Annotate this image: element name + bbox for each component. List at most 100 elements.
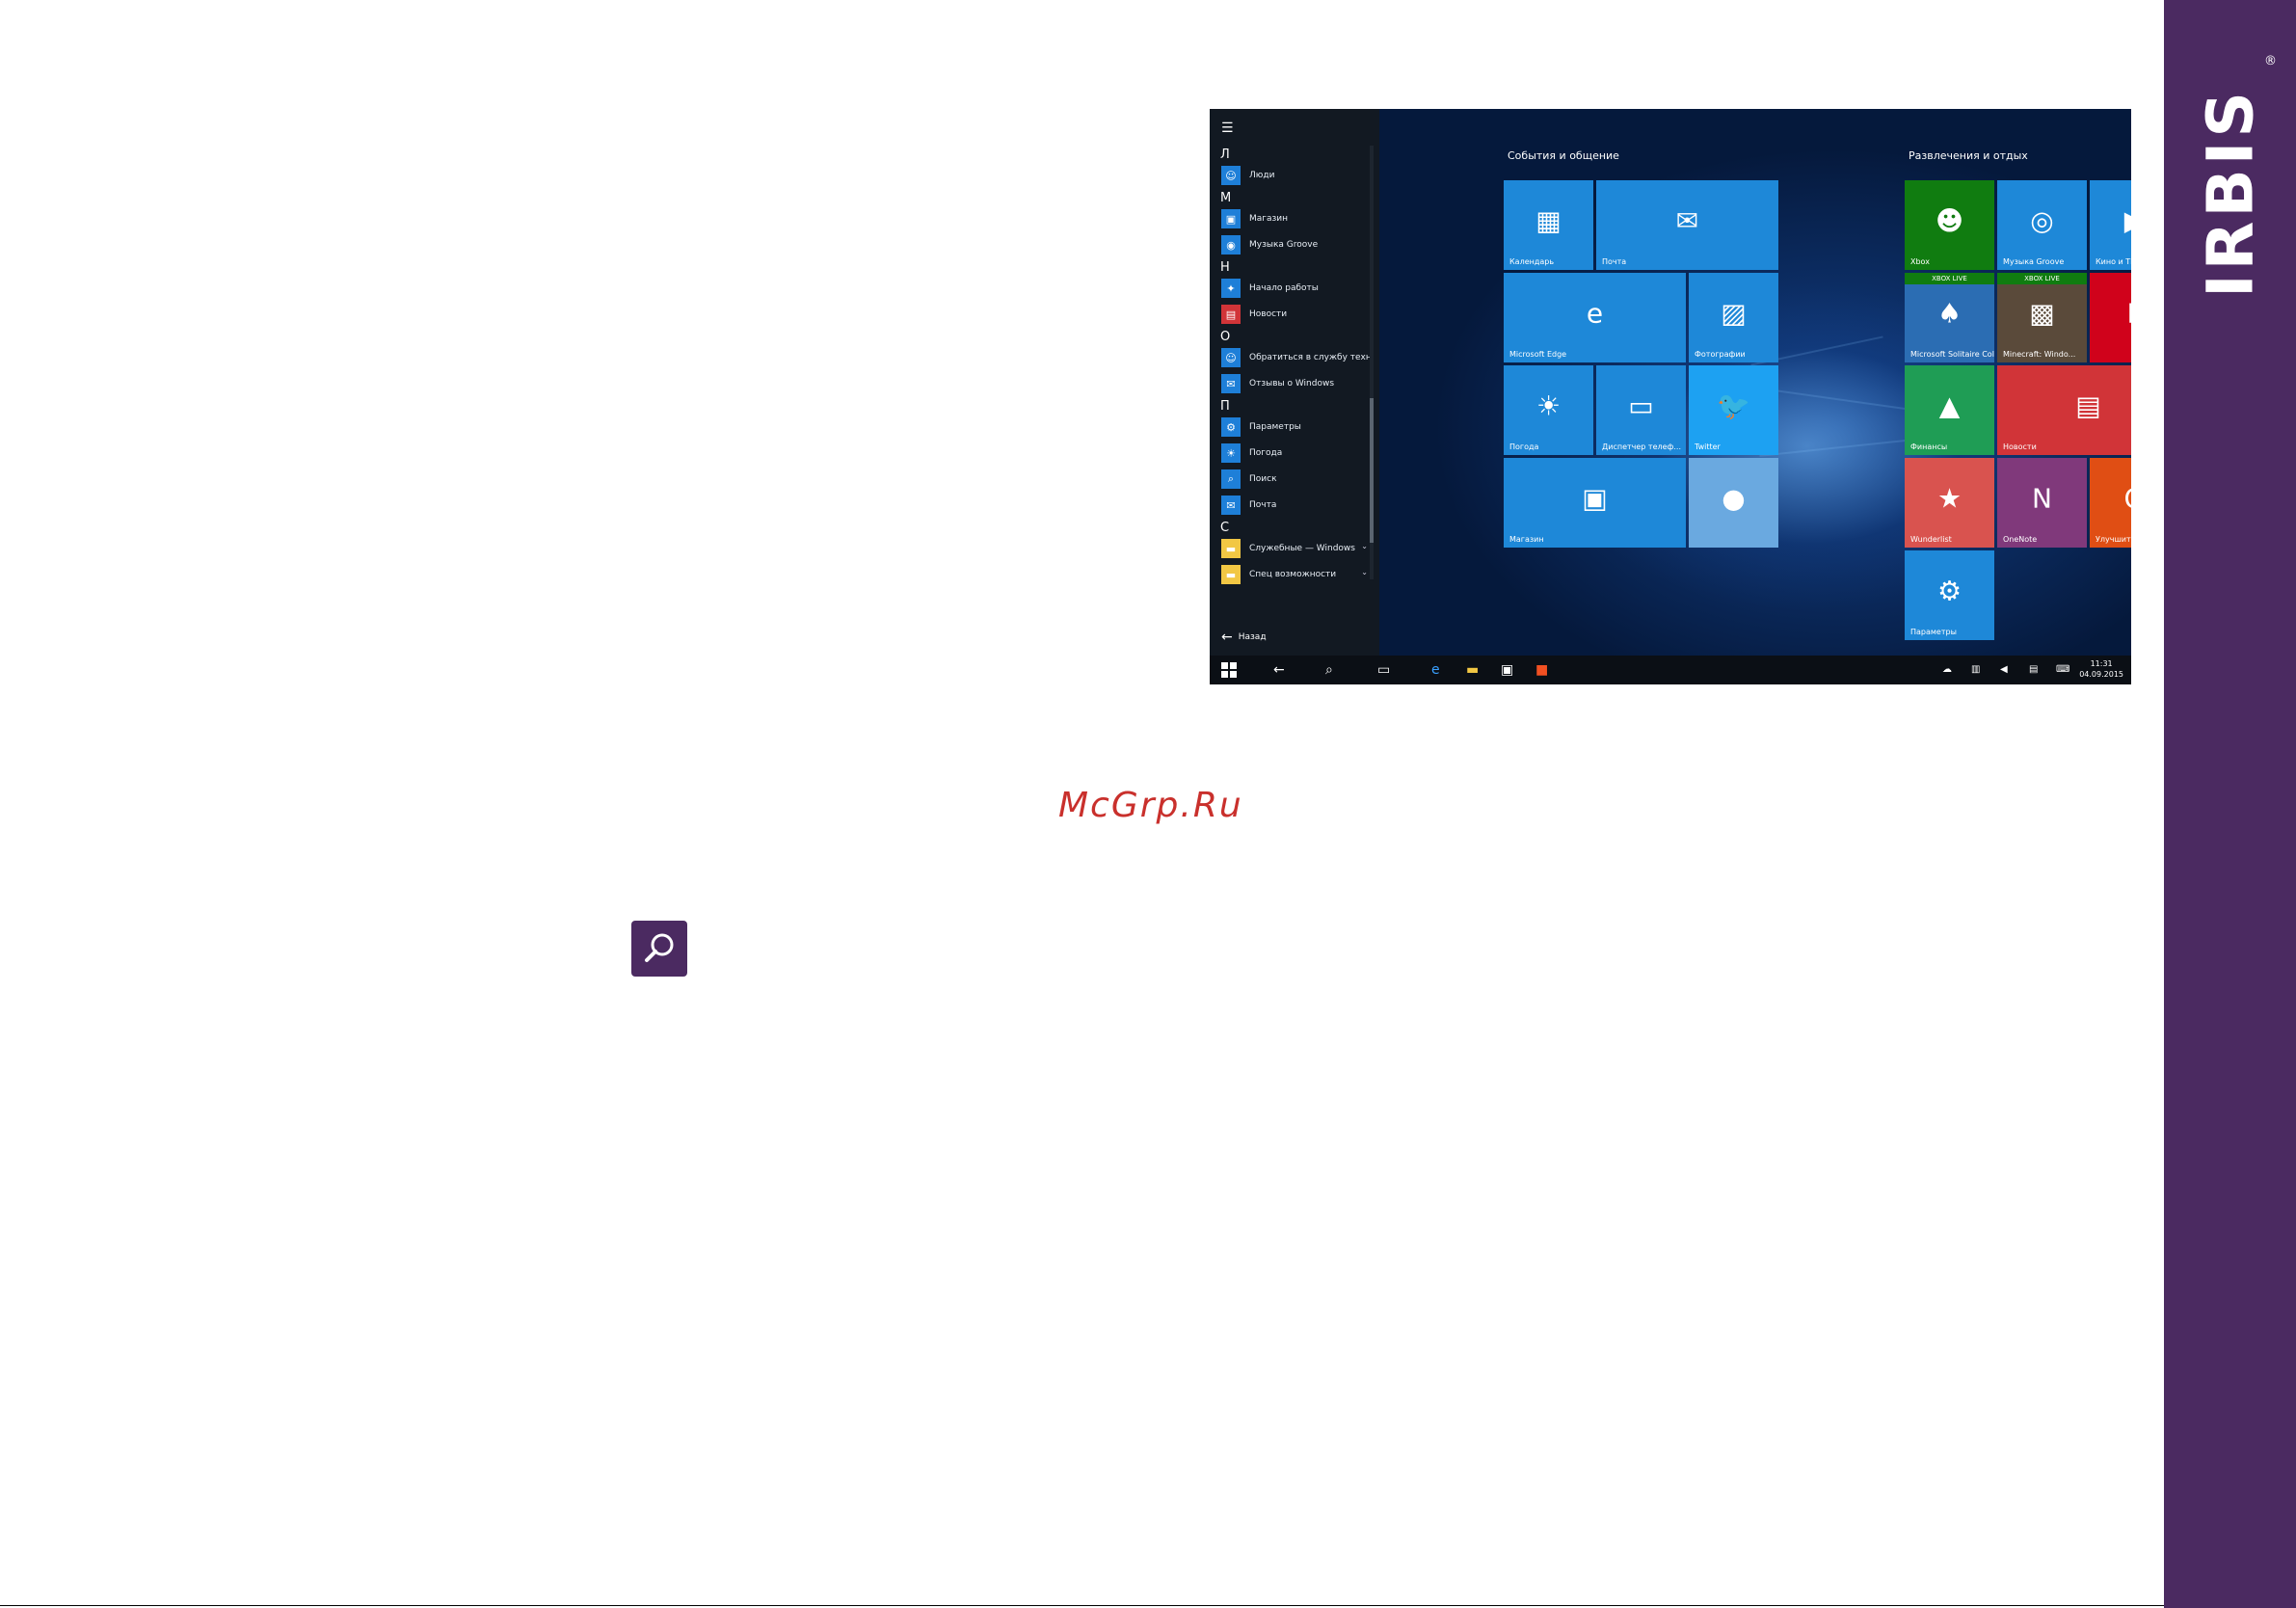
clock[interactable]: 11:31 04.09.2015 bbox=[2079, 658, 2123, 680]
scrollbar-thumb[interactable] bbox=[1370, 398, 1374, 543]
chevron-down-icon[interactable]: ⌄ bbox=[1361, 542, 1368, 550]
tile-label: Почта bbox=[1602, 257, 1627, 266]
people-icon: ☺ bbox=[1221, 166, 1241, 185]
back-button[interactable]: ← Назад bbox=[1221, 630, 1267, 645]
tile[interactable]: XBOX LIVE ♠ Microsoft Solitaire Collection bbox=[1905, 273, 1994, 362]
start-list-item-label: Погода bbox=[1249, 448, 1283, 458]
letter-header[interactable]: П bbox=[1220, 399, 1230, 414]
tile[interactable]: ▤ Новости bbox=[1997, 365, 2131, 455]
start-list-item-label: Почта bbox=[1249, 500, 1277, 510]
letter-header[interactable]: Н bbox=[1220, 260, 1230, 275]
cloud-icon[interactable]: ☁ bbox=[1942, 664, 1952, 675]
start-list-item[interactable]: ▤ Новости bbox=[1221, 304, 1374, 325]
photos-icon: ▨ bbox=[1721, 297, 1747, 330]
tile-label: Xbox bbox=[1910, 257, 1930, 266]
hamburger-menu-icon[interactable]: ☰ bbox=[1221, 121, 1234, 136]
tile[interactable]: ● bbox=[1689, 458, 1778, 548]
tile-label: Финансы bbox=[1910, 442, 1948, 451]
xbox-icon: ☻ bbox=[1935, 204, 1964, 237]
windows-screenshot: ☰ Л ☺ Люди М ▣ Магазин ◉ Музыка Groove Н ✦ Начало … bbox=[1210, 109, 2131, 684]
folder-icon: ▬ bbox=[1221, 565, 1241, 584]
tile[interactable]: ☻ Xbox bbox=[1905, 180, 1994, 270]
start-list-item-label: Обратиться в службу технич... bbox=[1249, 353, 1374, 362]
office-icon[interactable]: ■ bbox=[1535, 662, 1548, 678]
start-list-item[interactable]: ▬ Служебные — Windows ⌄ bbox=[1221, 538, 1374, 559]
support-icon: ☺ bbox=[1221, 348, 1241, 367]
tile-label: Minecraft: Windo... bbox=[2003, 350, 2076, 359]
tile[interactable]: ☀ Погода bbox=[1504, 365, 1593, 455]
tile-label: Фотографии bbox=[1695, 350, 1746, 359]
tile[interactable]: ▨ Фотографии bbox=[1689, 273, 1778, 362]
tile-label: Диспетчер телеф... bbox=[1602, 442, 1682, 451]
tile[interactable]: F bbox=[2090, 273, 2131, 362]
start-list-item[interactable]: ☺ Обратиться в службу технич... bbox=[1221, 347, 1374, 368]
search-icon[interactable]: ⌕ bbox=[1325, 662, 1333, 678]
phone-icon: ▭ bbox=[1628, 389, 1654, 422]
cards-icon: ♠ bbox=[1936, 297, 1962, 330]
tile[interactable]: ⚙ Параметры bbox=[1905, 550, 1994, 640]
tile[interactable]: ▣ Магазин bbox=[1504, 458, 1686, 548]
tile[interactable]: ★ Wunderlist bbox=[1905, 458, 1994, 548]
office-icon: O bbox=[2123, 482, 2131, 514]
feedback-icon: ✉ bbox=[1221, 374, 1241, 393]
start-list-item[interactable]: ✉ Отзывы о Windows bbox=[1221, 373, 1374, 394]
tile[interactable]: XBOX LIVE ▩ Minecraft: Windo... bbox=[1997, 273, 2087, 362]
letter-header[interactable]: М bbox=[1220, 191, 1231, 205]
tile[interactable]: ◎ Музыка Groove bbox=[1997, 180, 2087, 270]
music-icon: ◎ bbox=[2030, 204, 2054, 237]
taskbar: ← ⌕ ▭ e ▬ ▣ ■ ☁ ▥ ◀ ▤ ⌨ 11:31 04.09.2015 bbox=[1210, 656, 2131, 684]
start-list-item[interactable]: ✉ Почта bbox=[1221, 495, 1374, 516]
tile[interactable]: O Улучшите... bbox=[2090, 458, 2131, 548]
start-list-item[interactable]: ▣ Магазин bbox=[1221, 208, 1374, 229]
tile[interactable]: 🐦 Twitter bbox=[1689, 365, 1778, 455]
start-list-item[interactable]: ▬ Спец возможности ⌄ bbox=[1221, 564, 1374, 585]
explorer-icon[interactable]: ▬ bbox=[1466, 662, 1479, 678]
start-list-item[interactable]: ✦ Начало работы bbox=[1221, 278, 1374, 299]
keyboard-icon[interactable]: ⌨ bbox=[2056, 664, 2069, 675]
volume-icon[interactable]: ◀ bbox=[2000, 664, 2008, 675]
store-icon[interactable]: ▣ bbox=[1501, 662, 1513, 678]
tile[interactable]: ▲ Финансы bbox=[1905, 365, 1994, 455]
edge-icon[interactable]: e bbox=[1431, 662, 1440, 678]
letter-header[interactable]: С bbox=[1220, 521, 1229, 535]
start-list-item[interactable]: ◉ Музыка Groove bbox=[1221, 234, 1374, 255]
candy-icon: ● bbox=[1722, 482, 1746, 515]
tile-label: OneNote bbox=[2003, 535, 2038, 544]
xbox-live-badge: XBOX LIVE bbox=[1997, 273, 2087, 284]
start-list-item[interactable]: ⌕ Поиск bbox=[1221, 469, 1374, 490]
tile[interactable]: e Microsoft Edge bbox=[1504, 273, 1686, 362]
tile[interactable]: ▦ Календарь bbox=[1504, 180, 1593, 270]
tile[interactable]: ✉ Почта bbox=[1596, 180, 1778, 270]
group-title-entertainment: Развлечения и отдых bbox=[1909, 149, 2028, 162]
onenote-icon: N bbox=[2032, 482, 2052, 515]
start-list-item[interactable]: ⚙ Параметры bbox=[1221, 416, 1374, 438]
tile[interactable]: N OneNote bbox=[1997, 458, 2087, 548]
tile[interactable]: ▭ Диспетчер телеф... bbox=[1596, 365, 1686, 455]
star-icon: ★ bbox=[1936, 482, 1962, 515]
chevron-down-icon[interactable]: ⌄ bbox=[1361, 568, 1368, 576]
gear-icon: ⚙ bbox=[1221, 417, 1241, 437]
network-icon[interactable]: ▥ bbox=[1971, 664, 1980, 675]
windows-start-icon[interactable] bbox=[1221, 662, 1237, 682]
start-list-item-label: Параметры bbox=[1249, 422, 1301, 432]
store-icon: ▣ bbox=[1221, 209, 1241, 228]
start-list-item[interactable]: ☺ Люди bbox=[1221, 165, 1374, 186]
notifications-icon[interactable]: ▤ bbox=[2029, 664, 2038, 675]
brand-sidebar: IRBIS ® bbox=[2164, 0, 2296, 1608]
letter-header[interactable]: О bbox=[1220, 330, 1230, 344]
back-icon[interactable]: ← bbox=[1273, 662, 1285, 678]
tile-label: Wunderlist bbox=[1910, 535, 1952, 544]
tile-label: Microsoft Edge bbox=[1509, 350, 1567, 359]
tile-label: Twitter bbox=[1695, 442, 1721, 451]
tile[interactable]: ▶ Кино и ТВ bbox=[2090, 180, 2131, 270]
start-list-item-label: Поиск bbox=[1249, 474, 1277, 484]
music-icon: ◉ bbox=[1221, 235, 1241, 255]
xbox-live-badge: XBOX LIVE bbox=[1905, 273, 1994, 284]
film-icon: ▶ bbox=[2124, 204, 2131, 236]
letter-header[interactable]: Л bbox=[1220, 147, 1230, 162]
mail-icon: ✉ bbox=[1221, 496, 1241, 515]
task-view-icon[interactable]: ▭ bbox=[1377, 662, 1390, 678]
mail-icon: ✉ bbox=[1675, 204, 1699, 237]
clock-time: 11:31 bbox=[2090, 659, 2113, 668]
start-list-item[interactable]: ☀ Погода bbox=[1221, 442, 1374, 464]
